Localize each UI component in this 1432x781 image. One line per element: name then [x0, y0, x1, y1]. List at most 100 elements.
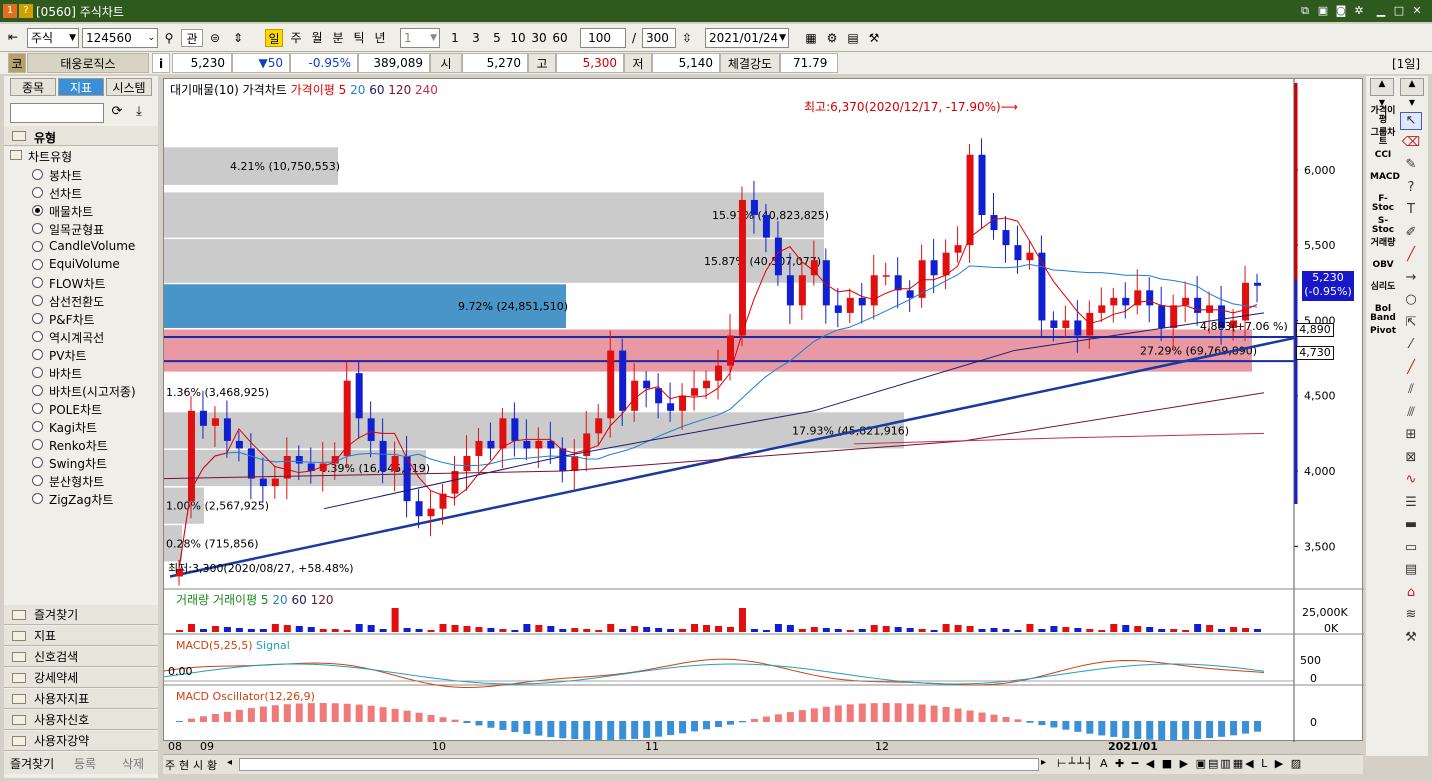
radio-button[interactable]: [32, 349, 43, 360]
scroll-left-icon[interactable]: ◂: [227, 757, 232, 768]
grid-icon[interactable]: ⊞: [1400, 427, 1422, 445]
config-icon[interactable]: ⚙: [823, 29, 841, 47]
arrow-icon[interactable]: →: [1400, 270, 1422, 288]
quick-5-button[interactable]: 5: [488, 29, 506, 47]
copy-icon[interactable]: ▣: [1315, 3, 1331, 19]
radio-button[interactable]: [32, 187, 43, 198]
status-tab-current[interactable]: 현: [179, 757, 189, 773]
chart-type-option[interactable]: Kagi차트: [32, 419, 156, 437]
spin-icon[interactable]: ⇕: [228, 29, 248, 47]
bottom-tab-delete[interactable]: 삭제: [122, 755, 144, 772]
resize-icon[interactable]: ⇱: [1400, 315, 1422, 333]
favorite-button[interactable]: 관: [181, 29, 203, 47]
scroll-right-icon[interactable]: ▸: [1041, 757, 1046, 768]
minimize-button[interactable]: ▁: [1373, 3, 1389, 19]
bar-icon[interactable]: ▬: [1400, 517, 1422, 535]
indicator-shortcut[interactable]: Bol Band: [1370, 305, 1396, 323]
fibonacci-icon[interactable]: ⊠: [1400, 450, 1422, 468]
maximize-button[interactable]: □: [1391, 3, 1407, 19]
chart-area[interactable]: 4.21% (10,750,553) 15.97% (40,823,825) 15.…: [163, 78, 1364, 753]
chart-type-option[interactable]: FLOW차트: [32, 275, 156, 293]
status-tab-day[interactable]: 주: [165, 757, 175, 773]
chart-svg[interactable]: 4.21% (10,750,553) 15.97% (40,823,825) 15.…: [163, 79, 1364, 742]
trendline-icon[interactable]: ╱: [1400, 360, 1422, 378]
chart-type-option[interactable]: 봉차트: [32, 167, 156, 185]
quick-60-button[interactable]: 60: [550, 29, 570, 47]
sync-icon[interactable]: ⊜: [205, 29, 225, 47]
radio-button[interactable]: [32, 475, 43, 486]
chart-settings-icon[interactable]: ▦: [802, 29, 820, 47]
period-tick-button[interactable]: 틱: [350, 29, 368, 47]
menu-icon[interactable]: ☰: [1400, 495, 1422, 513]
collapse-down-icon-2[interactable]: ▼: [1400, 98, 1424, 108]
radio-button[interactable]: [32, 223, 43, 234]
text-icon[interactable]: T: [1400, 202, 1422, 220]
chart-type-option[interactable]: P&F차트: [32, 311, 156, 329]
chart-type-option[interactable]: 삼선전환도: [32, 293, 156, 311]
status-tab-status[interactable]: 황: [207, 757, 217, 773]
indicator-shortcut[interactable]: 그룹차트: [1370, 129, 1396, 147]
pointer-icon[interactable]: ↖: [1400, 112, 1422, 130]
indicator-shortcut[interactable]: CCI: [1370, 151, 1396, 169]
type-header[interactable]: 유형: [4, 126, 158, 146]
circle-icon[interactable]: ○: [1400, 292, 1422, 310]
wave-icon[interactable]: ∿: [1400, 472, 1422, 490]
pencil-icon[interactable]: ✐: [1400, 225, 1422, 243]
collapse-up-icon-2[interactable]: ▲: [1400, 78, 1424, 96]
quick-10-button[interactable]: 10: [508, 29, 528, 47]
chart-type-option[interactable]: EquiVolume: [32, 257, 156, 275]
table-icon[interactable]: ▤: [1400, 562, 1422, 580]
scroll-arrows-icon[interactable]: ⇳: [678, 29, 696, 47]
home-icon[interactable]: ⌂: [1400, 585, 1422, 603]
period-day-button[interactable]: 일: [265, 29, 283, 47]
indicator-shortcut[interactable]: 거래량: [1370, 239, 1396, 257]
unit-select[interactable]: 1 ▼: [400, 28, 440, 48]
radio-button[interactable]: [32, 457, 43, 468]
chart-type-option[interactable]: 바차트: [32, 365, 156, 383]
folder-item[interactable]: 강세약세: [4, 668, 158, 688]
indicator-shortcut[interactable]: F-Stoc: [1370, 195, 1396, 213]
chart-type-option[interactable]: POLE차트: [32, 401, 156, 419]
total-input[interactable]: 300: [642, 28, 676, 48]
chart-type-tree-root[interactable]: 차트유형: [28, 148, 72, 165]
tools-icon[interactable]: ⚒: [865, 29, 883, 47]
chart-type-option[interactable]: Swing차트: [32, 455, 156, 473]
parallel-icon[interactable]: ⫽: [1400, 382, 1422, 400]
radio-button[interactable]: [32, 439, 43, 450]
bottom-tab-register[interactable]: 등록: [74, 755, 96, 772]
tab-system[interactable]: 시스템: [106, 78, 152, 96]
chart-type-option[interactable]: 일목균형표: [32, 221, 156, 239]
market-select[interactable]: 주식 ▼: [27, 28, 79, 48]
date-picker[interactable]: 2021/01/24 ▼: [705, 28, 789, 48]
indicator-shortcut[interactable]: Pivot: [1370, 327, 1396, 345]
camera-icon[interactable]: ◙: [1333, 3, 1349, 19]
period-minute-button[interactable]: 분: [329, 29, 347, 47]
pen-icon[interactable]: ✎: [1400, 157, 1422, 175]
radio-button[interactable]: [32, 277, 43, 288]
indicator-shortcut[interactable]: S-Stoc: [1370, 217, 1396, 235]
chart-type-option[interactable]: 역시계곡선: [32, 329, 156, 347]
pattern-icon[interactable]: ≋: [1400, 607, 1422, 625]
bottom-tab-favorites[interactable]: 즐겨찾기: [10, 755, 54, 772]
period-year-button[interactable]: 년: [371, 29, 389, 47]
chart-type-option[interactable]: Renko차트: [32, 437, 156, 455]
folder-item[interactable]: 사용자지표: [4, 689, 158, 709]
save-icon[interactable]: ▤: [844, 29, 862, 47]
close-button[interactable]: ✕: [1409, 3, 1425, 19]
chart-type-option[interactable]: ZigZag차트: [32, 491, 156, 509]
slash-icon[interactable]: ⁄: [1400, 337, 1422, 355]
status-tab-time[interactable]: 시: [193, 757, 203, 773]
radio-button[interactable]: [32, 241, 43, 252]
indicator-shortcut[interactable]: MACD: [1370, 173, 1400, 191]
indicator-shortcut[interactable]: OBV: [1370, 261, 1396, 279]
collapse-up-icon[interactable]: ▲: [1370, 78, 1394, 96]
period-month-button[interactable]: 월: [308, 29, 326, 47]
radio-button[interactable]: [32, 403, 43, 414]
radio-button[interactable]: [32, 295, 43, 306]
quick-1-button[interactable]: 1: [446, 29, 464, 47]
rect-icon[interactable]: ▭: [1400, 540, 1422, 558]
radio-button[interactable]: [32, 331, 43, 342]
count-input[interactable]: 100: [580, 28, 626, 48]
quick-3-button[interactable]: 3: [467, 29, 485, 47]
folder-item[interactable]: 사용자신호: [4, 710, 158, 730]
